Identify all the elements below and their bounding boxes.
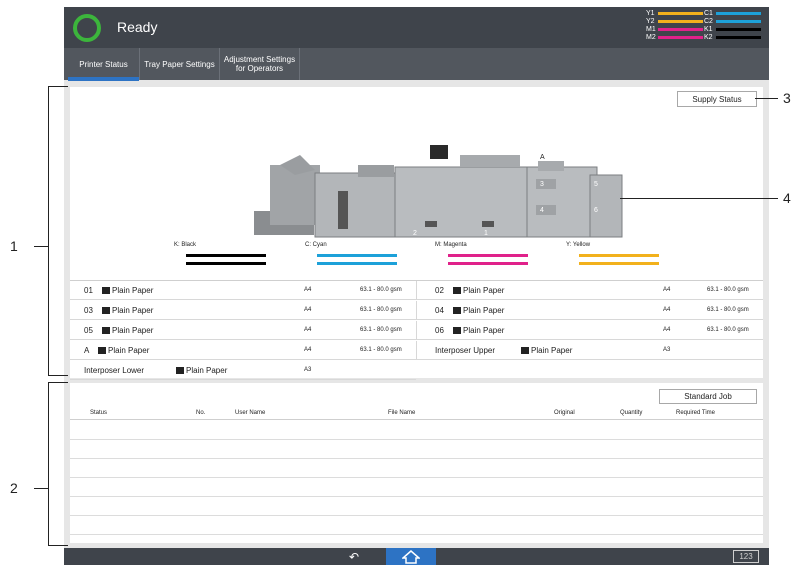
tray-row-02[interactable]: 02 Plain Paper A4 63.1 - 80.0 gsm [416,281,763,300]
color-bar-magenta-1 [448,254,528,257]
tray-row-04[interactable]: 04 Plain Paper A4 63.1 - 80.0 gsm [416,301,763,320]
color-bar-cyan-2 [317,262,397,265]
machine-label-6: 6 [594,207,598,214]
machine-label-3: 3 [540,181,544,188]
status-text: Ready [117,19,158,35]
machine-label-1: 1 [484,230,488,237]
standard-job-button[interactable]: Standard Job [659,389,757,404]
job-row[interactable] [70,477,763,478]
tab-adjustment-settings[interactable]: Adjustment Settings for Operators [220,48,300,80]
tray-row-interposer-lower[interactable]: Interposer Lower Plain Paper A3 [70,361,416,380]
tray-row-03[interactable]: 03 Plain Paper A4 63.1 - 80.0 gsm [70,301,416,320]
tray-row-06[interactable]: 06 Plain Paper A4 63.1 - 80.0 gsm [416,321,763,340]
tray-row-05[interactable]: 05 Plain Paper A4 63.1 - 80.0 gsm [70,321,416,340]
top-status-bar: Ready Y1 Y2 M1 M2 C1 C2 K1 K2 [64,7,769,48]
color-bar-cyan-1 [317,254,397,257]
paper-icon [453,327,461,334]
color-label-yellow: Y: Yellow [566,242,591,248]
printer-status-panel: Supply Status 3 4 5 6 A 2 1 K: Black C: … [70,87,763,380]
job-row[interactable] [70,496,763,497]
toner-y1: Y1 [646,10,703,18]
toner-k2: K2 [704,34,761,42]
home-button[interactable] [386,548,436,565]
keyboard-123-button[interactable]: 123 [733,550,759,563]
job-list-header: Status No. User Name File Name Original … [70,408,763,420]
paper-icon [453,307,461,314]
paper-icon [521,347,529,354]
toner-m2: M2 [646,34,703,42]
job-row[interactable] [70,458,763,459]
toner-c2: C2 [704,18,761,26]
job-row[interactable] [70,439,763,440]
callout-number-3: 3 [783,90,791,106]
tray-row-01[interactable]: 01 Plain Paper A4 63.1 - 80.0 gsm [70,281,416,300]
tray-row-a[interactable]: A Plain Paper A4 63.1 - 80.0 gsm [70,341,416,360]
status-indicator-icon [73,14,101,42]
job-row[interactable] [70,534,763,535]
job-list-panel: Standard Job Status No. User Name File N… [70,383,763,543]
paper-icon [102,327,110,334]
back-arrow-icon: ↶ [348,549,360,564]
color-bar-yellow-1 [579,254,659,257]
machine-label-5: 5 [594,181,598,188]
toner-m1: M1 [646,26,703,34]
toner-y2: Y2 [646,18,703,26]
paper-icon [98,347,106,354]
printer-status-screen: Ready Y1 Y2 M1 M2 C1 C2 K1 K2 Printer St… [64,7,769,565]
color-label-magenta: M: Magenta [435,242,467,248]
paper-tray-table: 01 Plain Paper A4 63.1 - 80.0 gsm 03 Pla… [70,280,763,380]
callout-number-4: 4 [783,190,791,206]
machine-label-4: 4 [540,207,544,214]
tab-printer-status[interactable]: Printer Status [68,48,140,81]
bottom-nav-bar: ↶ 123 [64,548,769,565]
callout-number-1: 1 [10,238,18,254]
tray-row-interposer-upper[interactable]: Interposer Upper Plain Paper A3 [416,341,763,360]
color-bar-yellow-2 [579,262,659,265]
paper-icon [102,307,110,314]
tab-bar: Printer Status Tray Paper Settings Adjus… [64,48,769,81]
tab-tray-paper-settings[interactable]: Tray Paper Settings [140,48,220,80]
home-icon [402,549,420,564]
toner-k1: K1 [704,26,761,34]
callout-number-2: 2 [10,480,18,496]
back-button[interactable]: ↶ [334,548,374,565]
toner-c1: C1 [704,10,761,18]
supply-status-button[interactable]: Supply Status [677,91,757,107]
paper-icon [453,287,461,294]
machine-label-a: A [540,154,545,161]
color-label-black: K: Black [174,242,197,248]
color-label-cyan: C: Cyan [305,242,327,248]
color-bar-magenta-2 [448,262,528,265]
paper-icon [176,367,184,374]
machine-label-2: 2 [413,230,417,237]
color-bar-black-1 [186,254,266,257]
job-row[interactable] [70,515,763,516]
paper-icon [102,287,110,294]
color-bar-black-2 [186,262,266,265]
